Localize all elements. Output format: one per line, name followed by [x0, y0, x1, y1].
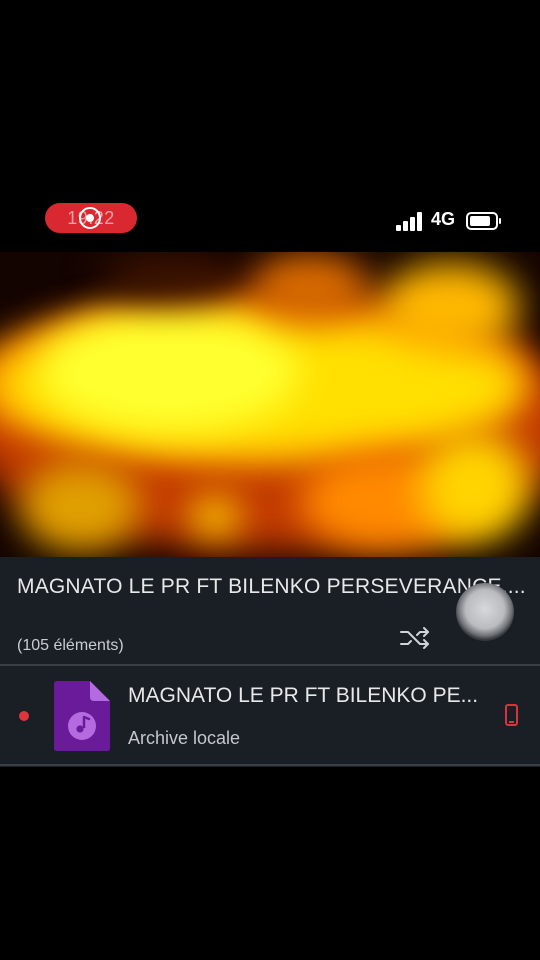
playlist-panel: MAGNATO LE PR FT BILENKO PERSEVERANCE...…	[0, 557, 540, 767]
device-icon[interactable]	[505, 704, 518, 726]
floating-action-button[interactable]	[456, 583, 514, 641]
record-icon	[79, 207, 101, 229]
video-player[interactable]	[0, 252, 540, 557]
playlist-title[interactable]: MAGNATO LE PR FT BILENKO PERSEVERANCE...…	[17, 575, 527, 599]
divider	[0, 764, 540, 766]
signal-strength-icon	[396, 212, 423, 231]
item-count: (105 éléments)	[17, 637, 124, 654]
now-playing-indicator	[19, 711, 29, 721]
shuffle-icon[interactable]	[399, 626, 431, 650]
network-type: 4G	[431, 209, 456, 229]
battery-icon	[466, 212, 501, 230]
track-row[interactable]: MAGNATO LE PR FT BILENKO PE... Archive l…	[0, 666, 540, 764]
music-file-icon	[54, 681, 110, 751]
track-title: MAGNATO LE PR FT BILENKO PE...	[128, 684, 479, 707]
track-source: Archive locale	[128, 728, 241, 748]
status-bar: 19:22 4G	[0, 200, 540, 240]
